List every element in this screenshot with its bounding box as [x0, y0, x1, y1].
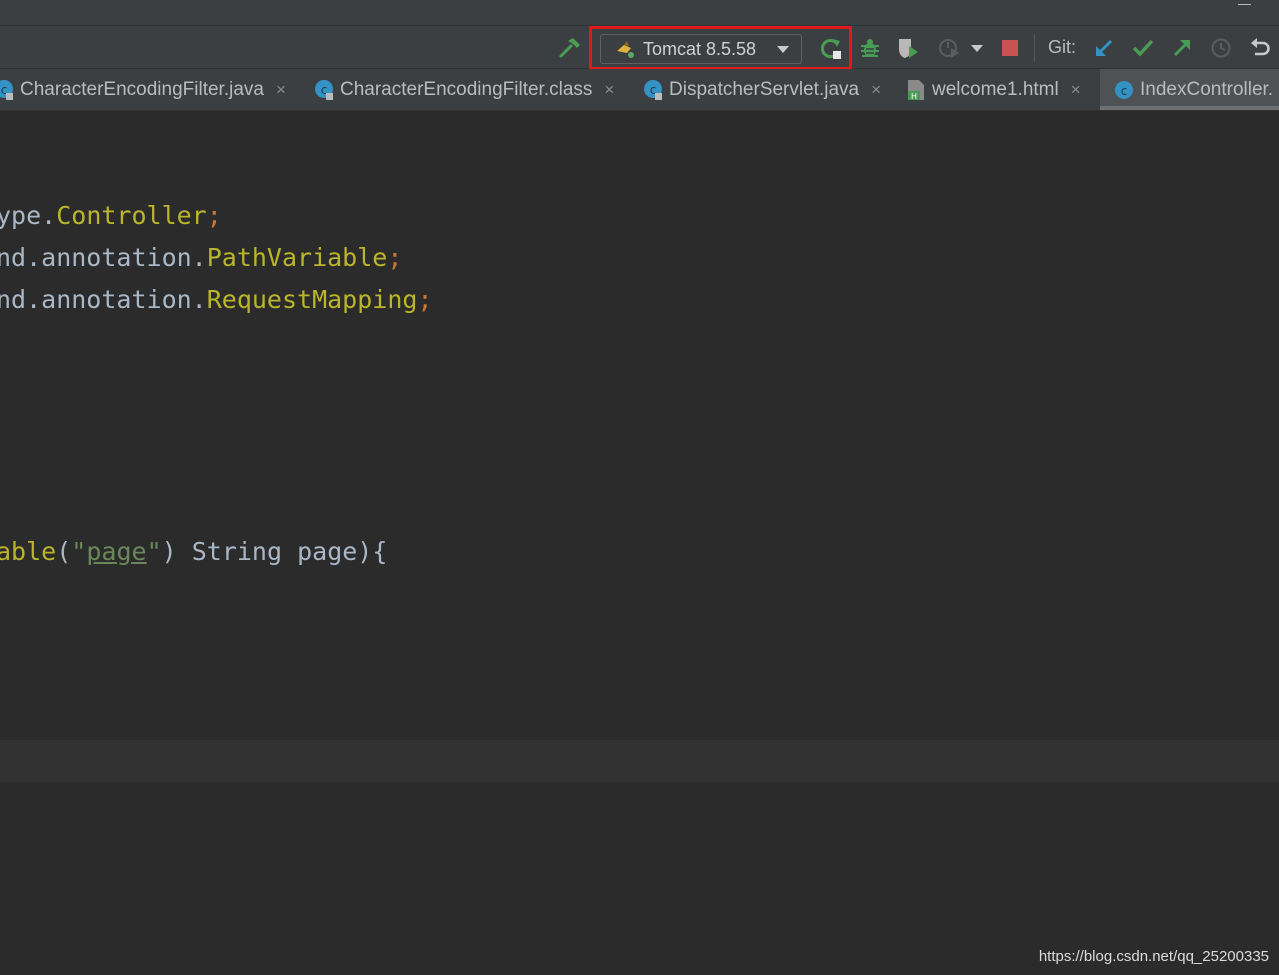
- run-config-label: Tomcat 8.5.58: [643, 38, 757, 59]
- close-icon[interactable]: ×: [1071, 80, 1081, 100]
- tomcat-icon: [615, 39, 637, 59]
- java-class-icon: c: [314, 79, 334, 101]
- minimize-icon[interactable]: [1238, 4, 1251, 5]
- chevron-down-icon[interactable]: [965, 36, 989, 60]
- stop-icon[interactable]: [998, 36, 1022, 60]
- git-update-arrow-icon[interactable]: [1092, 36, 1116, 60]
- rollback-icon[interactable]: [1248, 36, 1272, 60]
- tab-character-encoding-filter-java[interactable]: c CharacterEncodingFilter.java ×: [0, 69, 286, 110]
- code-line: nd.annotation.RequestMapping;: [0, 285, 433, 314]
- toolbar-separator: [1034, 34, 1035, 62]
- code-line: ype.Controller;: [0, 201, 222, 230]
- close-icon[interactable]: ×: [871, 80, 881, 100]
- tab-label: DispatcherServlet.java: [669, 78, 860, 100]
- chevron-down-icon[interactable]: [777, 46, 789, 53]
- current-line-highlight: [0, 740, 1279, 782]
- code-editor[interactable]: ype.Controller; nd.annotation.PathVariab…: [0, 111, 1279, 975]
- code-line: nd.annotation.PathVariable;: [0, 243, 403, 272]
- git-label: Git:: [1048, 37, 1077, 57]
- hammer-icon[interactable]: [558, 36, 582, 60]
- debug-bug-icon[interactable]: [858, 36, 882, 60]
- git-push-arrow-icon[interactable]: [1170, 36, 1194, 60]
- svg-text:c: c: [1121, 84, 1128, 98]
- history-clock-icon[interactable]: [1209, 36, 1233, 60]
- java-class-icon: c: [1114, 79, 1134, 101]
- title-bar: [0, 0, 1279, 25]
- main-toolbar: Tomcat 8.5.58 Git:: [0, 25, 1279, 70]
- java-class-icon: c: [643, 79, 663, 101]
- rerun-icon[interactable]: [819, 36, 843, 60]
- close-icon[interactable]: ×: [604, 80, 614, 100]
- profile-icon[interactable]: [937, 36, 961, 60]
- run-config-selector[interactable]: Tomcat 8.5.58: [600, 34, 802, 64]
- svg-text:H: H: [911, 92, 917, 101]
- editor-tabs: c CharacterEncodingFilter.java × c Chara…: [0, 69, 1279, 111]
- run-with-coverage-icon[interactable]: [896, 36, 920, 60]
- tab-dispatcher-servlet-java[interactable]: c DispatcherServlet.java ×: [643, 69, 881, 110]
- git-commit-check-icon[interactable]: [1131, 36, 1155, 60]
- tab-character-encoding-filter-class[interactable]: c CharacterEncodingFilter.class ×: [314, 69, 614, 110]
- tab-label: welcome1.html: [932, 78, 1059, 100]
- watermark: https://blog.csdn.net/qq_25200335: [1038, 948, 1269, 965]
- html-file-icon: H: [906, 79, 926, 101]
- java-class-icon: c: [0, 79, 14, 101]
- tab-label: IndexController.: [1140, 78, 1274, 100]
- tab-label: CharacterEncodingFilter.class: [340, 78, 593, 100]
- tab-label: CharacterEncodingFilter.java: [20, 78, 264, 100]
- close-icon[interactable]: ×: [276, 80, 286, 100]
- tab-index-controller[interactable]: c IndexController.: [1100, 69, 1279, 110]
- tab-welcome1-html[interactable]: H welcome1.html ×: [906, 69, 1081, 110]
- code-line: able("page") String page){: [0, 537, 388, 566]
